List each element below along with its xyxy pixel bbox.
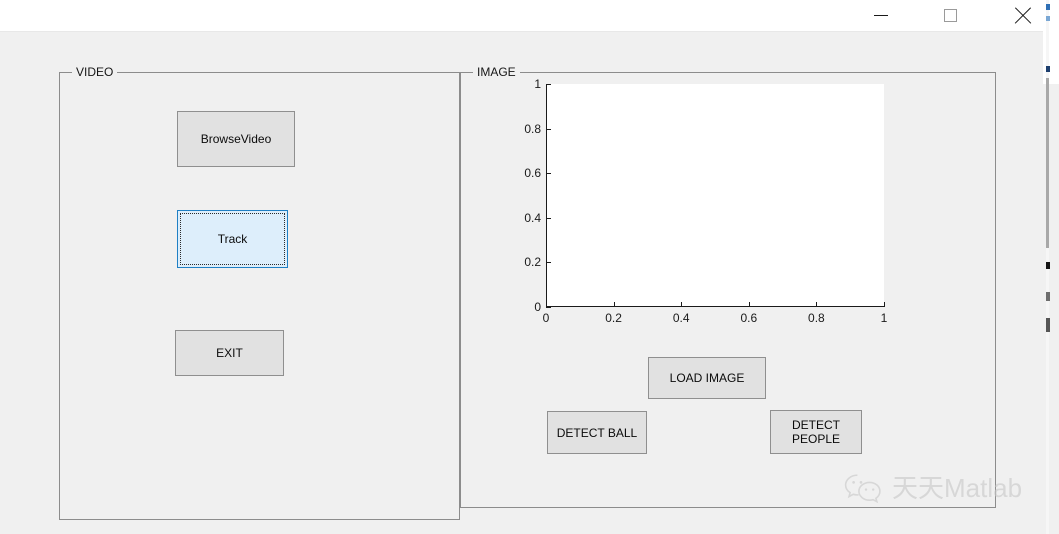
window-titlebar: [0, 0, 1043, 32]
x-tick-mark: [884, 302, 885, 307]
y-tick-label: 0.4: [524, 210, 541, 225]
sliver-mark: [1046, 16, 1050, 21]
minimize-icon: [874, 15, 888, 16]
exit-button[interactable]: EXIT: [175, 330, 284, 376]
sliver-mark: [1046, 66, 1050, 72]
browse-video-button[interactable]: BrowseVideo: [177, 111, 295, 167]
x-tick-mark: [681, 302, 683, 307]
close-icon: [1012, 5, 1034, 27]
image-axes: 0 0.2 0.4 0.6 0.8 1 0 0.2 0.4 0.6 0.8 1: [524, 77, 887, 325]
x-tick-mark: [613, 302, 615, 307]
sliver-mark: [1046, 318, 1050, 332]
x-tick-mark: [748, 302, 750, 307]
x-tick-label: 0.6: [740, 311, 758, 325]
x-tick-label: 1: [880, 311, 888, 325]
maximize-icon: [943, 9, 957, 22]
y-tick-mark: [546, 217, 551, 219]
scrollbar-thumb[interactable]: [1046, 78, 1049, 248]
y-tick-mark: [546, 84, 551, 85]
sliver-mark: [1046, 292, 1050, 301]
minimize-button[interactable]: [858, 0, 904, 31]
detect-people-button[interactable]: DETECT PEOPLE: [770, 410, 862, 454]
video-panel-title: VIDEO: [72, 65, 118, 79]
y-tick-mark: [546, 128, 551, 130]
y-tick-label: 0.6: [524, 166, 541, 181]
y-tick-label: 0: [534, 300, 541, 314]
background-window-sliver: [1043, 0, 1059, 534]
track-button[interactable]: Track: [177, 210, 288, 268]
load-image-button[interactable]: LOAD IMAGE: [648, 357, 766, 399]
matlab-gui-window: VIDEO BrowseVideo Track EXIT IMAGE 0 0.2 0…: [0, 0, 1059, 534]
y-tick-mark: [546, 262, 551, 264]
axes-plot-area: [546, 84, 884, 307]
x-tick-label: 0.2: [605, 311, 622, 325]
y-tick-mark: [546, 173, 551, 175]
x-tick-mark: [546, 302, 547, 307]
y-tick-mark: [546, 307, 551, 308]
sliver-mark: [1046, 262, 1050, 269]
close-button[interactable]: [1000, 0, 1046, 31]
x-tick-label: 0.8: [808, 311, 825, 325]
maximize-button[interactable]: [927, 0, 973, 31]
y-tick-label: 0.2: [524, 255, 541, 270]
y-tick-label: 1: [534, 77, 541, 91]
detect-ball-button[interactable]: DETECT BALL: [547, 411, 647, 454]
y-tick-label: 0.8: [524, 121, 541, 136]
image-panel-title: IMAGE: [473, 65, 520, 79]
sliver-mark: [1046, 4, 1050, 10]
x-tick-label: 0.4: [672, 311, 690, 325]
track-button-label: Track: [217, 232, 248, 246]
x-tick-label: 0: [542, 311, 550, 325]
x-tick-mark: [816, 302, 818, 307]
